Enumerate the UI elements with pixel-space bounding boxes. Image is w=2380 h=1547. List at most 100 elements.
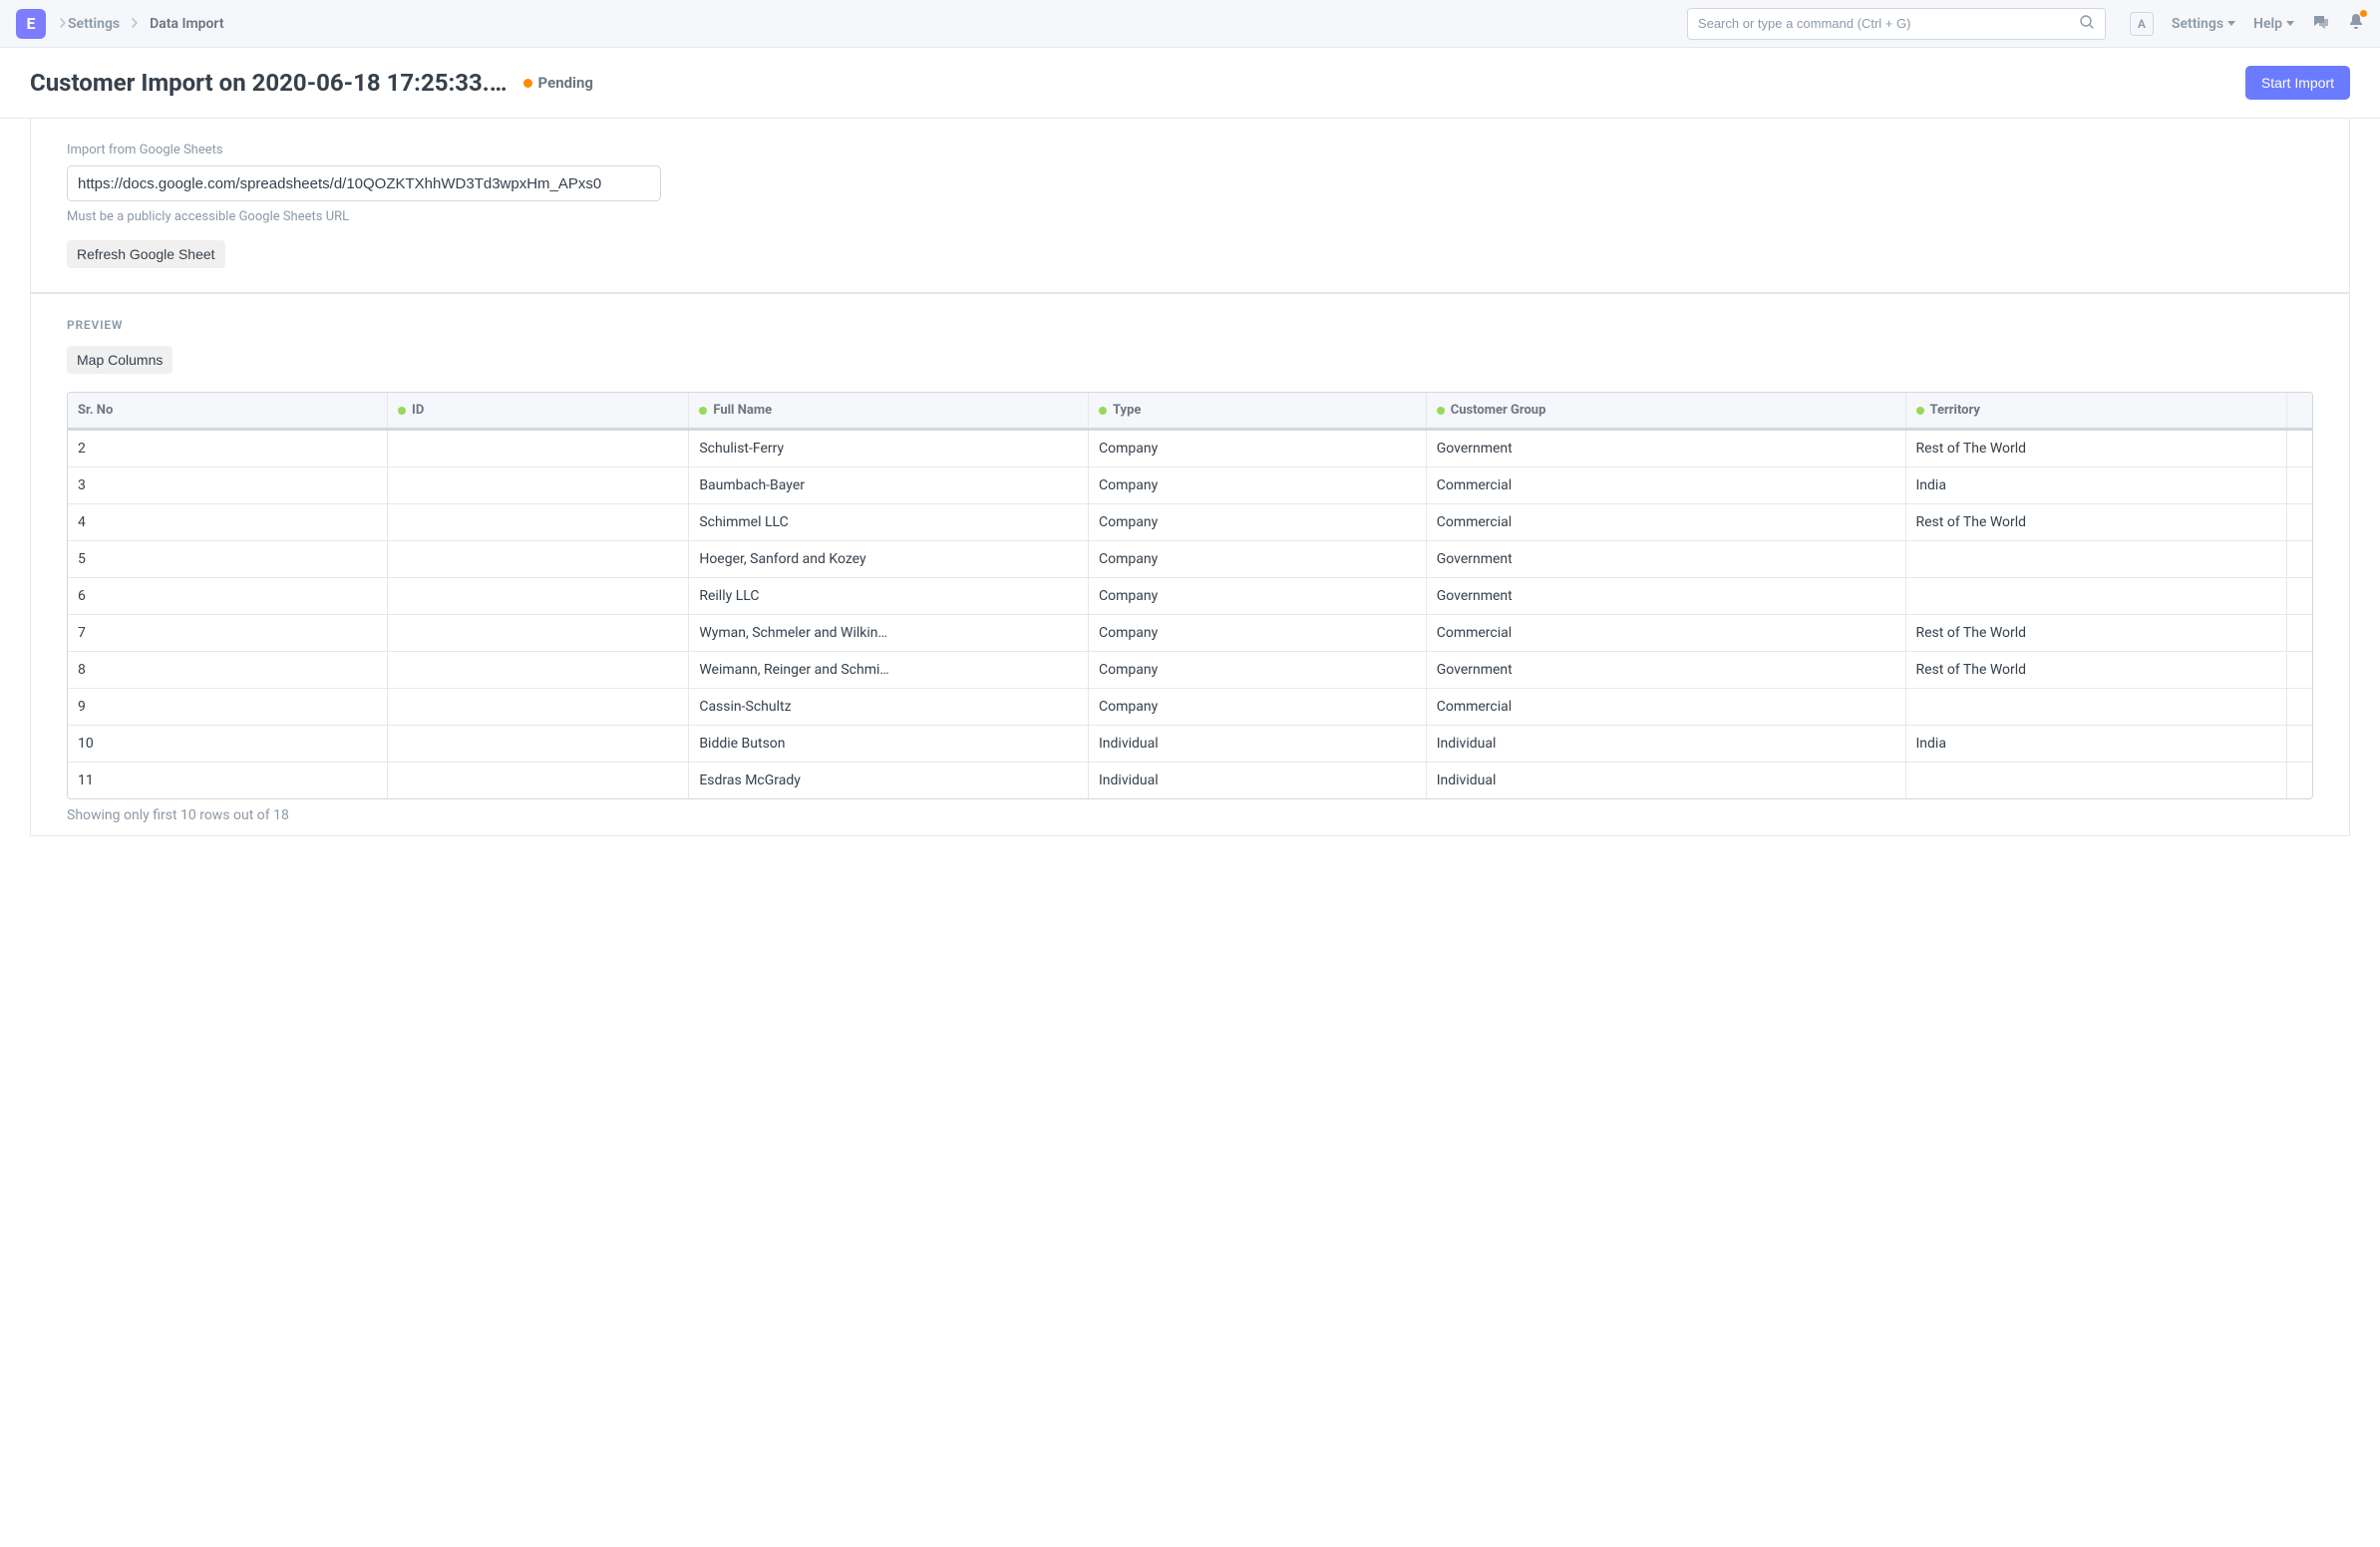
table-cell xyxy=(2286,689,2312,726)
chat-icon[interactable] xyxy=(2312,13,2330,35)
breadcrumb-item-settings[interactable]: Settings xyxy=(68,16,120,32)
help-menu[interactable]: Help xyxy=(2253,16,2294,32)
table-cell xyxy=(2286,467,2312,504)
col-header-spacer xyxy=(2286,393,2312,430)
table-cell: Government xyxy=(1426,430,1905,467)
dot-icon xyxy=(1916,407,1924,415)
table-cell xyxy=(2286,430,2312,467)
table-cell xyxy=(388,652,689,689)
table-cell: 3 xyxy=(68,467,388,504)
table-cell: Esdras McGrady xyxy=(689,763,1089,799)
table-cell: Hoeger, Sanford and Kozey xyxy=(689,541,1089,578)
breadcrumb-item-data-import[interactable]: Data Import xyxy=(150,16,223,32)
table-cell: Individual xyxy=(1426,763,1905,799)
settings-menu[interactable]: Settings xyxy=(2172,16,2235,32)
bell-icon[interactable] xyxy=(2348,13,2364,35)
table-cell xyxy=(2286,615,2312,652)
table-cell: Commercial xyxy=(1426,615,1905,652)
table-cell xyxy=(388,763,689,799)
avatar[interactable]: A xyxy=(2130,12,2154,36)
table-cell xyxy=(1905,689,2286,726)
table-cell: Government xyxy=(1426,541,1905,578)
col-header-srno[interactable]: Sr. No xyxy=(68,393,388,430)
table-cell: Weimann, Reinger and Schmi… xyxy=(689,652,1089,689)
table-cell xyxy=(1905,763,2286,799)
table-cell: 7 xyxy=(68,615,388,652)
notification-dot xyxy=(2360,10,2367,17)
col-header-territory[interactable]: Territory xyxy=(1905,393,2286,430)
table-cell: Biddie Butson xyxy=(689,726,1089,763)
table-row[interactable]: 6Reilly LLCCompanyGovernment xyxy=(68,578,2312,615)
table-cell: Rest of The World xyxy=(1905,652,2286,689)
table-cell: India xyxy=(1905,467,2286,504)
table-row[interactable]: 9Cassin-SchultzCompanyCommercial xyxy=(68,689,2312,726)
table-cell: 5 xyxy=(68,541,388,578)
search-input[interactable] xyxy=(1698,16,2079,31)
table-cell: Cassin-Schultz xyxy=(689,689,1089,726)
table-row[interactable]: 8 Weimann, Reinger and Schmi…CompanyGover… xyxy=(68,652,2312,689)
table-cell: Company xyxy=(1088,652,1426,689)
table-cell xyxy=(2286,578,2312,615)
table-cell: Government xyxy=(1426,578,1905,615)
table-cell: Government xyxy=(1426,652,1905,689)
table-cell xyxy=(388,504,689,541)
table-cell: Company xyxy=(1088,430,1426,467)
table-cell xyxy=(388,467,689,504)
table-cell: Rest of The World xyxy=(1905,615,2286,652)
table-cell xyxy=(388,689,689,726)
help-menu-label: Help xyxy=(2253,16,2282,32)
table-cell: Company xyxy=(1088,541,1426,578)
table-cell: Rest of The World xyxy=(1905,430,2286,467)
table-cell xyxy=(2286,763,2312,799)
table-cell: Individual xyxy=(1088,763,1426,799)
table-cell: Company xyxy=(1088,504,1426,541)
table-row[interactable]: 10Biddie ButsonIndividualIndividualIndia xyxy=(68,726,2312,763)
app-logo[interactable]: E xyxy=(16,9,46,39)
sheet-url-input[interactable] xyxy=(67,165,661,201)
table-cell: Wyman, Schmeler and Wilkin… xyxy=(689,615,1089,652)
start-import-button[interactable]: Start Import xyxy=(2245,66,2350,100)
dot-icon xyxy=(1437,407,1445,415)
table-cell xyxy=(388,615,689,652)
table-cell xyxy=(388,430,689,467)
table-row[interactable]: 2Schulist-FerryCompanyGovernmentRest of … xyxy=(68,430,2312,467)
col-header-customer-group[interactable]: Customer Group xyxy=(1426,393,1905,430)
topbar-right: A Settings Help xyxy=(2130,12,2364,36)
table-cell: Reilly LLC xyxy=(689,578,1089,615)
table-cell xyxy=(388,726,689,763)
table-row[interactable]: 3Baumbach-BayerCompanyCommercialIndia xyxy=(68,467,2312,504)
topbar: E Settings Data Import A Settings Help xyxy=(0,0,2380,48)
status-label: Pending xyxy=(538,74,593,92)
chevron-right-icon xyxy=(58,16,68,32)
table-cell xyxy=(1905,541,2286,578)
table-cell: Commercial xyxy=(1426,689,1905,726)
table-header-row: Sr. No ID Full Name Type Customer Group … xyxy=(68,393,2312,430)
table-cell: Company xyxy=(1088,615,1426,652)
table-cell: Company xyxy=(1088,467,1426,504)
col-header-id[interactable]: ID xyxy=(388,393,689,430)
breadcrumb: Settings Data Import xyxy=(68,16,224,32)
col-header-full-name[interactable]: Full Name xyxy=(689,393,1089,430)
table-cell xyxy=(2286,541,2312,578)
table-row[interactable]: 7 Wyman, Schmeler and Wilkin…CompanyComme… xyxy=(68,615,2312,652)
status-badge: Pending xyxy=(523,74,593,92)
page-header: Customer Import on 2020-06-18 17:25:33.…… xyxy=(0,48,2380,119)
table-cell: Schimmel LLC xyxy=(689,504,1089,541)
refresh-sheet-button[interactable]: Refresh Google Sheet xyxy=(67,240,225,268)
preview-table: Sr. No ID Full Name Type Customer Group … xyxy=(67,392,2313,799)
table-cell xyxy=(2286,652,2312,689)
table-cell: Company xyxy=(1088,578,1426,615)
table-row[interactable]: 4Schimmel LLCCompanyCommercialRest of Th… xyxy=(68,504,2312,541)
chevron-down-icon xyxy=(2227,21,2235,26)
table-row[interactable]: 5 Hoeger, Sanford and KozeyCompanyGovernm… xyxy=(68,541,2312,578)
search-icon xyxy=(2079,14,2095,34)
page-title: Customer Import on 2020-06-18 17:25:33.… xyxy=(30,69,508,97)
map-columns-button[interactable]: Map Columns xyxy=(67,346,172,374)
search-box[interactable] xyxy=(1687,8,2106,40)
col-header-type[interactable]: Type xyxy=(1088,393,1426,430)
table-cell: 8 xyxy=(68,652,388,689)
table-cell: 10 xyxy=(68,726,388,763)
table-row[interactable]: 11Esdras McGradyIndividualIndividual xyxy=(68,763,2312,799)
table-cell: Individual xyxy=(1088,726,1426,763)
dot-icon xyxy=(398,407,406,415)
